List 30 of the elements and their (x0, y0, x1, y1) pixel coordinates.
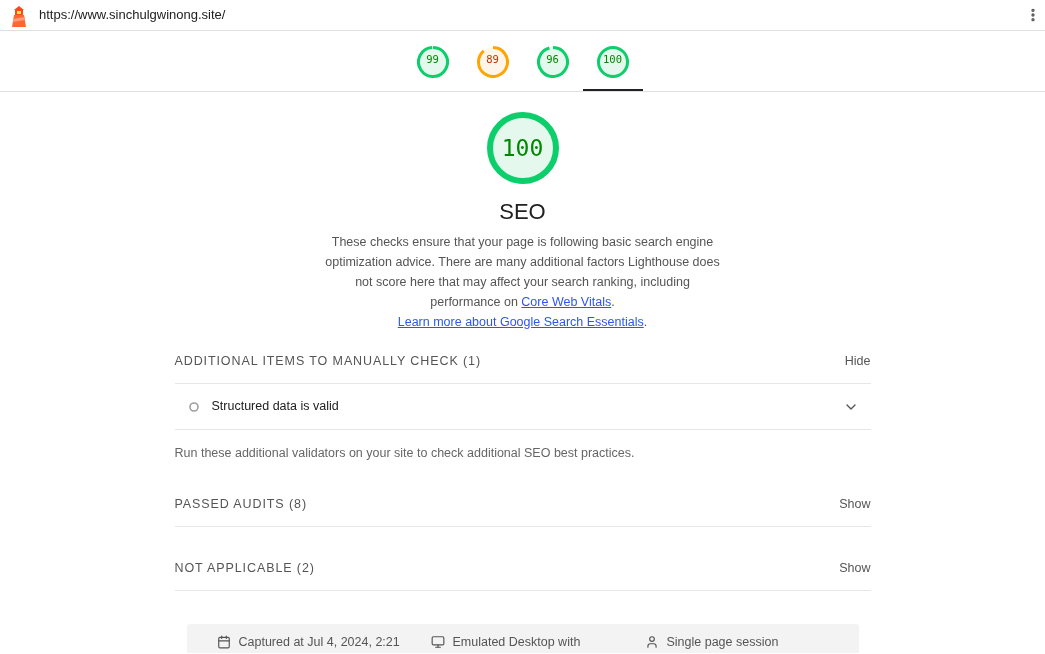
score-ring-icon (596, 46, 629, 78)
score-tab[interactable]: 99 (402, 31, 463, 91)
circle-icon (188, 401, 199, 412)
audit-row[interactable]: Structured data is valid (174, 384, 871, 430)
page-url: https://www.sinchulgwinong.site/ (39, 6, 226, 25)
link[interactable]: Learn more about Google Search Essentials (397, 315, 644, 329)
score-ring-icon (476, 46, 509, 78)
footer-text: Captured at Jul 4, 2024, 2:21 (238, 634, 400, 650)
person-icon (644, 635, 659, 649)
score-ring-icon (416, 46, 449, 78)
score-ring-icon (536, 46, 569, 78)
toggle-button[interactable]: Show (839, 559, 871, 578)
toggle-button[interactable]: Show (839, 495, 871, 514)
calendar-icon (216, 635, 231, 649)
group-title: NOT APPLICABLE (2) (174, 560, 315, 578)
group-note: Run these additional validators on your site to check additional SEO best practices. (174, 445, 636, 462)
group-title: ADDITIONAL ITEMS TO MANUALLY CHECK (1) (174, 353, 481, 371)
category-description: These checks ensure that your page is following basic search engine optimization advice. There are many additional factors Lighthouse does not score here that may affect your search ranking, including performance on Core Web Vitals. Learn more about Google Search Essentials. (324, 234, 721, 331)
score-value: 100 (501, 136, 544, 160)
footer-text: Single page session (666, 634, 779, 650)
score-tab[interactable]: 96 (522, 31, 583, 91)
footer-text: Emulated Desktop with (452, 634, 581, 650)
audit-title: Structured data is valid (211, 398, 339, 416)
group-title: PASSED AUDITS (8) (174, 496, 307, 514)
monitor-icon (430, 635, 445, 649)
lighthouse-logo-icon (10, 3, 28, 27)
toggle-button[interactable]: Hide (844, 352, 871, 371)
score-tab[interactable]: 89 (462, 31, 523, 91)
category-title: SEO (499, 200, 546, 224)
score-tab[interactable]: 100 (582, 31, 643, 91)
